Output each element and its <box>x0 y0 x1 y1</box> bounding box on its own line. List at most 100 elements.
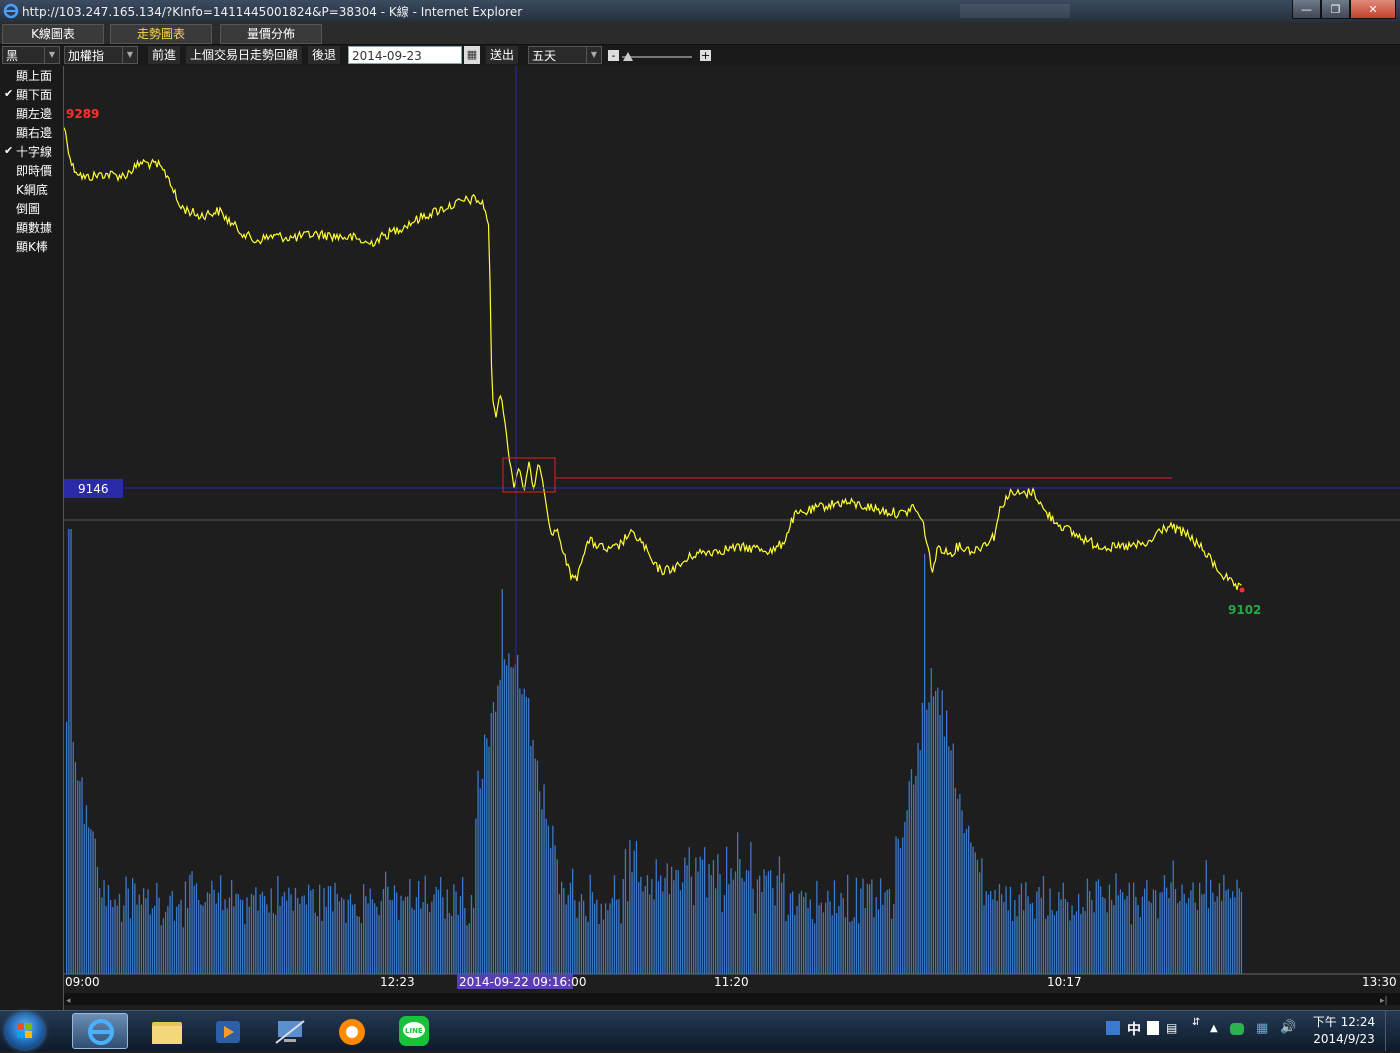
volume-bar <box>1007 910 1009 974</box>
volume-bar <box>585 915 587 974</box>
line-taskbar-button[interactable]: LINE <box>386 1013 442 1049</box>
color-select[interactable]: 黑 ▼ <box>2 46 60 64</box>
tray-expand-icon[interactable]: ▲ <box>1210 1023 1218 1034</box>
checkbox[interactable] <box>4 107 15 119</box>
volume-bar <box>1113 905 1115 974</box>
network-icon[interactable]: ▦ <box>1256 1021 1268 1036</box>
period-select[interactable]: 五天 ▼ <box>528 46 602 64</box>
keyboard-icon[interactable]: ▤ <box>1166 1021 1177 1035</box>
clock[interactable]: 下午 12:24 2014/9/23 <box>1308 1014 1380 1048</box>
volume-bar <box>468 923 470 974</box>
forward-button[interactable]: 前進 <box>148 46 181 64</box>
show-desktop-button[interactable] <box>1385 1011 1400 1051</box>
volume-bar <box>1064 899 1067 974</box>
volume-bar <box>239 899 242 974</box>
ie-taskbar-button[interactable] <box>72 1013 128 1049</box>
tab-trend-chart[interactable]: 走勢圖表 <box>110 24 212 44</box>
option-realtime-price[interactable]: 即時價 <box>0 161 62 180</box>
option-crosshair[interactable]: ✔ 十字線 <box>0 142 62 161</box>
volume-bar <box>147 889 149 974</box>
volume-bar <box>671 866 673 974</box>
volume-bar <box>1218 883 1221 974</box>
volume-bar <box>297 898 299 974</box>
checkbox[interactable] <box>4 240 15 252</box>
zoom-out-button[interactable]: - <box>608 50 619 61</box>
volume-bar <box>1115 873 1117 974</box>
volume-bar <box>1058 891 1060 974</box>
volume-bar <box>277 875 279 974</box>
volume-bar <box>697 871 699 974</box>
date-input[interactable]: 2014-09-23 <box>348 46 462 64</box>
checkbox[interactable] <box>4 126 15 138</box>
volume-bar <box>88 827 90 974</box>
high-value-label: 9289 <box>66 107 99 121</box>
volume-bar <box>1075 911 1078 974</box>
checkbox[interactable] <box>4 221 15 233</box>
option-show-top[interactable]: 顯上面 <box>0 66 62 85</box>
volume-bar <box>710 875 712 974</box>
tab-volume-price[interactable]: 量價分佈 <box>220 24 322 44</box>
volume-icon[interactable]: 🔊 <box>1280 1020 1296 1035</box>
minimize-button[interactable]: — <box>1292 0 1321 19</box>
option-show-data[interactable]: 顯數據 <box>0 218 62 237</box>
option-invert[interactable]: 倒圖 <box>0 199 62 218</box>
zoom-slider-thumb[interactable] <box>623 52 633 61</box>
ime-mode-label[interactable]: 中 <box>1127 1019 1141 1039</box>
volume-bar <box>618 899 620 974</box>
volume-bar <box>754 913 756 974</box>
back-button[interactable]: 後退 <box>308 46 341 64</box>
explorer-taskbar-button[interactable] <box>138 1013 194 1049</box>
volume-bar <box>1126 896 1128 974</box>
checkbox[interactable] <box>4 202 15 214</box>
option-k-grid[interactable]: K網底 <box>0 180 62 199</box>
volume-bar <box>233 906 235 974</box>
check-icon[interactable]: ✔ <box>4 145 15 157</box>
volume-bar <box>446 889 448 974</box>
fullwidth-icon[interactable] <box>1147 1021 1159 1035</box>
prev-day-review-button[interactable]: 上個交易日走勢回顧 <box>186 46 303 64</box>
tab-k-chart[interactable]: K線圖表 <box>2 24 104 44</box>
checkbox[interactable] <box>4 183 15 195</box>
window-titlebar: http://103.247.165.134/?KInfo=1411445001… <box>0 0 1400 22</box>
media-player-taskbar-button[interactable] <box>200 1013 256 1049</box>
option-show-right[interactable]: 顯右邊 <box>0 123 62 142</box>
calendar-icon[interactable]: ▦ <box>464 46 480 64</box>
ime-icon[interactable] <box>1106 1021 1120 1035</box>
checkbox[interactable] <box>4 164 15 176</box>
horizontal-scrollbar[interactable] <box>64 993 1400 1005</box>
volume-bar <box>376 906 378 974</box>
folder-icon <box>152 1022 182 1044</box>
close-button[interactable]: ✕ <box>1350 0 1396 19</box>
index-select[interactable]: 加權指 ▼ <box>64 46 138 64</box>
volume-bar <box>105 906 107 974</box>
volume-bar <box>864 908 866 974</box>
start-button[interactable] <box>6 1013 44 1049</box>
option-show-left[interactable]: 顯左邊 <box>0 104 62 123</box>
scroll-left-icon[interactable]: ◂ <box>66 996 71 1006</box>
remote-taskbar-button[interactable] <box>262 1013 318 1049</box>
browser-taskbar-button[interactable] <box>324 1013 380 1049</box>
volume-bar <box>772 888 774 974</box>
volume-bar <box>222 909 224 974</box>
volume-bar <box>268 912 270 974</box>
volume-bar <box>620 923 622 974</box>
volume-bar <box>1183 893 1185 974</box>
checkbox[interactable] <box>4 69 15 81</box>
submit-button[interactable]: 送出 <box>486 46 519 64</box>
scroll-right-icon[interactable]: ▸| <box>1380 996 1388 1006</box>
volume-bar <box>908 781 910 974</box>
volume-bar <box>622 879 624 974</box>
check-icon[interactable]: ✔ <box>4 88 15 100</box>
zoom-in-button[interactable]: + <box>700 50 711 61</box>
volume-bar <box>869 884 871 974</box>
maximize-button[interactable]: ❐ <box>1321 0 1350 19</box>
trend-chart-svg[interactable]: 9146 9289 9102 09:00 12:23 2014-09-22 09… <box>64 66 1400 1010</box>
volume-bar <box>116 905 118 974</box>
option-show-bottom[interactable]: ✔ 顯下面 <box>0 85 62 104</box>
option-show-k-bars[interactable]: 顯K棒 <box>0 237 62 256</box>
trend-chart[interactable]: 9146 9289 9102 09:00 12:23 2014-09-22 09… <box>64 66 1400 1010</box>
volume-bar <box>1192 882 1194 974</box>
chat-icon[interactable] <box>1230 1023 1244 1035</box>
volume-bar <box>486 738 488 974</box>
options-icon[interactable]: ⇵ <box>1192 1017 1200 1028</box>
